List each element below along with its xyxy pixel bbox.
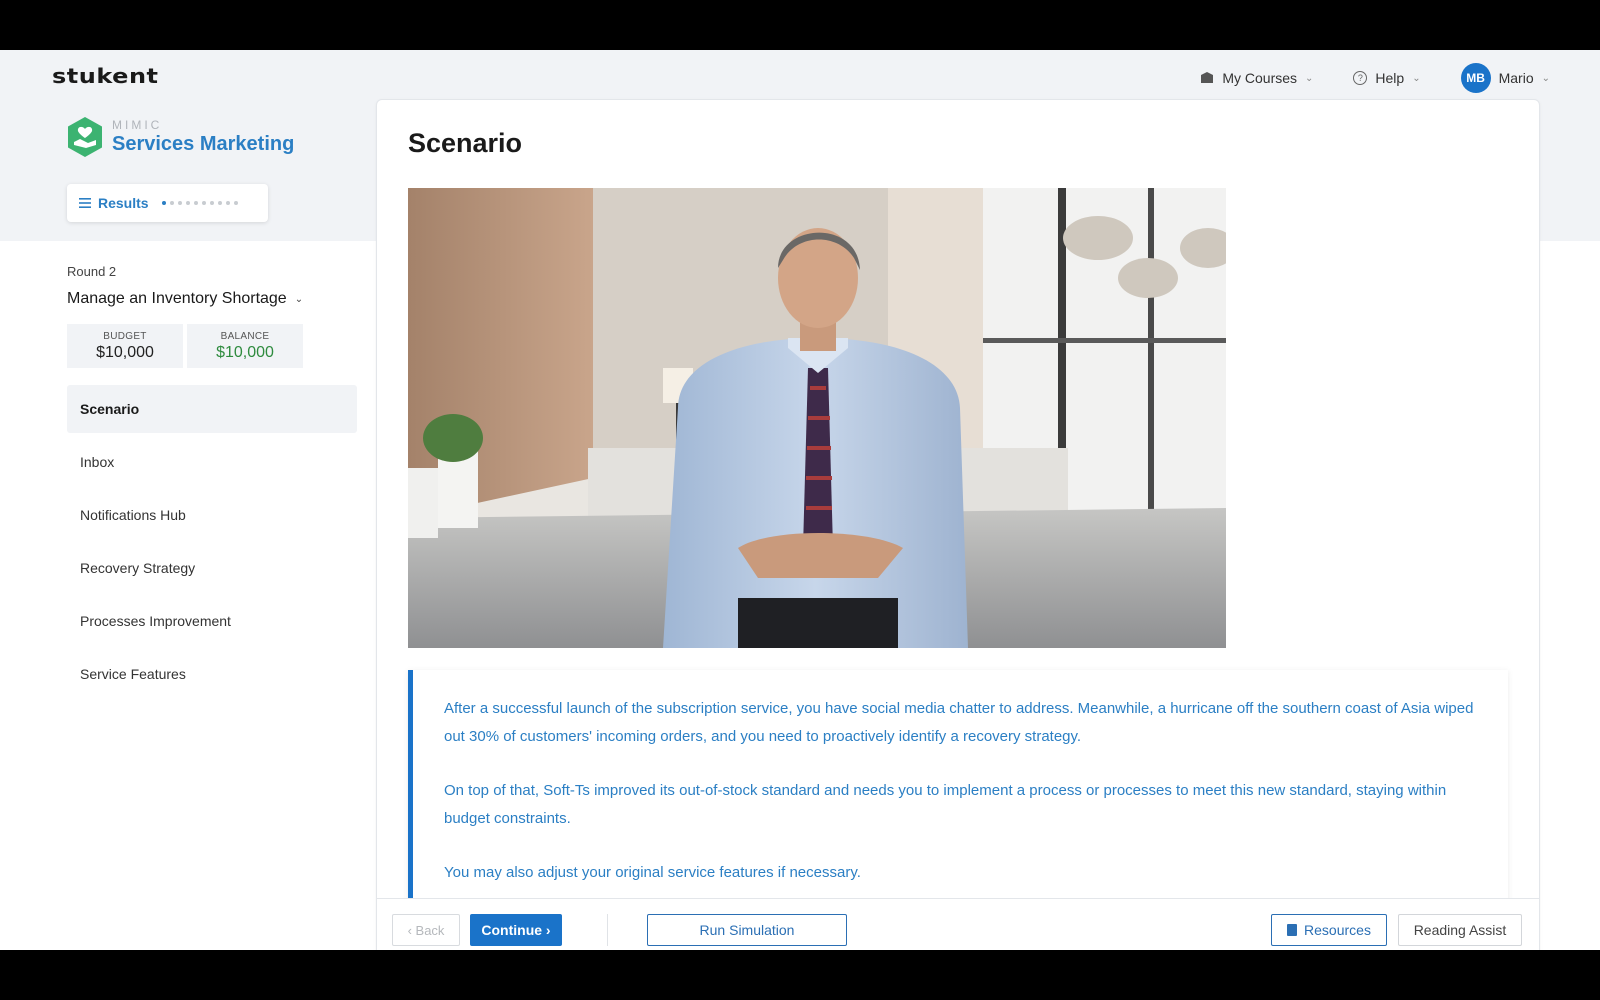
resources-button[interactable]: Resources (1271, 914, 1387, 946)
progress-step-dot (177, 201, 182, 205)
footer-divider (607, 914, 608, 946)
budget-cell: BUDGET $10,000 (67, 324, 183, 368)
course-brand: MIMIC Services Marketing (66, 116, 294, 158)
round-label: Round 2 (67, 264, 117, 279)
budget-summary: BUDGET $10,000 BALANCE $10,000 (67, 324, 303, 368)
help-circle-icon: ? (1353, 71, 1368, 85)
progress-step-dot (209, 201, 214, 205)
scenario-paragraph: After a successful launch of the subscri… (444, 700, 1474, 745)
balance-value: $10,000 (216, 343, 274, 361)
scenario-paragraph: On top of that, Soft-Ts improved its out… (444, 782, 1447, 827)
app-screen: STUKENT My Courses ⌄ ? Help ⌄ MB Mario ⌄… (0, 50, 1600, 950)
chevron-down-icon: ⌄ (1541, 72, 1550, 84)
action-footer: ‹ Back Continue › Run Simulation Resourc… (377, 898, 1539, 950)
results-button[interactable]: Results (67, 184, 268, 222)
back-button[interactable]: ‹ Back (392, 914, 460, 946)
brand-super-title: MIMIC (112, 118, 163, 132)
logo-text: STUKENT (52, 64, 159, 88)
continue-button[interactable]: Continue › (470, 914, 562, 946)
help-menu[interactable]: ? Help ⌄ (1353, 70, 1421, 86)
top-navigation: My Courses ⌄ ? Help ⌄ MB Mario ⌄ (1200, 62, 1550, 94)
progress-step-dot (225, 201, 230, 205)
round-selector[interactable]: Manage an Inventory Shortage ⌄ (67, 290, 303, 308)
scenario-description: After a successful launch of the subscri… (408, 670, 1508, 910)
progress-step-dot (201, 201, 206, 205)
courses-icon (1201, 72, 1214, 83)
scenario-paragraph: You may also adjust your original servic… (444, 864, 861, 881)
round-title: Manage an Inventory Shortage (67, 290, 287, 307)
progress-steps (161, 201, 238, 205)
progress-step-dot (217, 201, 222, 205)
sidebar-item-label: Notifications Hub (80, 507, 186, 523)
progress-step-dot (233, 201, 238, 205)
book-icon (1287, 924, 1298, 936)
results-label: Results (98, 195, 149, 211)
sidebar-item-label: Recovery Strategy (80, 560, 196, 576)
progress-step-dot (185, 201, 190, 205)
main-panel: Scenario After a successful launch of th… (376, 99, 1540, 950)
sidebar-item-processes-improvement[interactable]: Processes Improvement (67, 597, 357, 645)
progress-step-dot (193, 201, 198, 205)
sidebar-nav: Scenario Inbox Notifications Hub Recover… (67, 385, 357, 703)
sidebar-item-scenario[interactable]: Scenario (67, 385, 357, 433)
course-title: Services Marketing (112, 133, 295, 155)
balance-cell: BALANCE $10,000 (187, 324, 303, 368)
user-name: Mario (1498, 70, 1534, 86)
scenario-video[interactable] (408, 188, 1226, 648)
sidebar-item-label: Scenario (80, 401, 140, 417)
presenter-video-frame (408, 188, 1226, 648)
sidebar-item-label: Service Features (80, 666, 186, 682)
chevron-down-icon: ⌄ (1412, 72, 1421, 84)
help-label: Help (1375, 70, 1405, 86)
budget-value: $10,000 (96, 343, 154, 361)
reading-assist-button[interactable]: Reading Assist (1398, 914, 1522, 946)
sidebar-item-label: Inbox (80, 454, 115, 470)
resources-label: Resources (1304, 922, 1371, 938)
my-courses-menu[interactable]: My Courses ⌄ (1200, 70, 1313, 86)
avatar: MB (1460, 63, 1491, 93)
menu-icon (79, 198, 91, 208)
progress-step-dot (161, 201, 166, 205)
user-menu[interactable]: MB Mario ⌄ (1460, 63, 1550, 93)
sidebar-item-notifications-hub[interactable]: Notifications Hub (67, 491, 357, 539)
sidebar-item-label: Processes Improvement (80, 613, 231, 629)
chevron-down-icon: ⌄ (1305, 72, 1314, 84)
progress-step-dot (169, 201, 174, 205)
chevron-down-icon: ⌄ (294, 293, 304, 305)
sidebar-item-inbox[interactable]: Inbox (67, 438, 357, 486)
sidebar-item-service-features[interactable]: Service Features (67, 650, 357, 698)
balance-label: BALANCE (220, 330, 270, 342)
run-simulation-button[interactable]: Run Simulation (647, 914, 847, 946)
budget-label: BUDGET (103, 330, 147, 342)
sidebar-item-recovery-strategy[interactable]: Recovery Strategy (67, 544, 357, 592)
mimic-logo-icon (68, 117, 102, 157)
stukent-logo[interactable]: STUKENT (52, 64, 159, 88)
page-title: Scenario (408, 128, 523, 158)
my-courses-label: My Courses (1222, 70, 1298, 86)
